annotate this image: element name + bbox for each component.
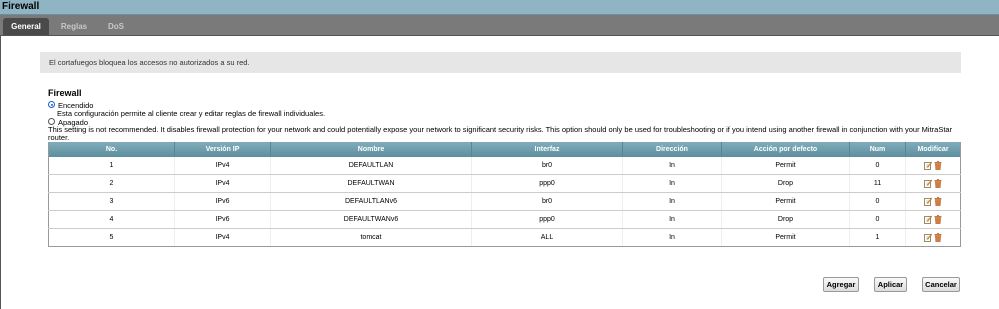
option-desc-apagado: This setting is not recommended. It disa… — [48, 125, 953, 142]
cancel-button[interactable]: Cancelar — [922, 277, 960, 292]
trash-icon[interactable] — [934, 215, 942, 224]
cell-default-action: Drop — [721, 174, 850, 193]
option-desc-encendido: Esta configuración permite al cliente cr… — [57, 109, 326, 118]
radio-apagado[interactable] — [48, 118, 55, 125]
cell-name: DEFAULTLANv6 — [270, 192, 472, 211]
cell-modify — [905, 157, 961, 175]
cell-interface: ppp0 — [471, 174, 623, 193]
firewall-rules-table: No. Versión IP Nombre Interfaz Dirección… — [48, 142, 961, 247]
edit-icon[interactable] — [924, 233, 932, 242]
cell-modify — [905, 192, 961, 211]
table-header-row: No. Versión IP Nombre Interfaz Dirección… — [48, 142, 961, 157]
trash-icon[interactable] — [934, 197, 942, 206]
info-text: El cortafuegos bloquea los accesos no au… — [49, 58, 250, 67]
cell-num: 0 — [849, 192, 906, 211]
cell-name: DEFAULTLAN — [270, 157, 472, 175]
cell-interface: ppp0 — [471, 210, 623, 229]
cell-direction: In — [622, 174, 722, 193]
cell-modify — [905, 210, 961, 229]
trash-icon[interactable] — [934, 161, 942, 170]
edit-icon[interactable] — [924, 215, 932, 224]
col-header-interface: Interfaz — [471, 142, 623, 157]
cell-default-action: Permit — [721, 192, 850, 211]
cell-interface: ALL — [471, 228, 623, 247]
cell-modify — [905, 174, 961, 193]
cell-direction: In — [622, 210, 722, 229]
cell-direction: In — [622, 228, 722, 247]
edit-icon[interactable] — [924, 179, 932, 188]
cell-default-action: Drop — [721, 210, 850, 229]
cell-num: 1 — [849, 228, 906, 247]
cell-interface: br0 — [471, 192, 623, 211]
apply-button[interactable]: Aplicar — [874, 277, 907, 292]
window-titlebar: Firewall — [0, 0, 999, 15]
cell-name: tomcat — [270, 228, 472, 247]
cell-default-action: Permit — [721, 157, 850, 175]
tab-reglas[interactable]: Reglas — [52, 18, 96, 35]
edit-icon[interactable] — [924, 161, 932, 170]
cell-default-action: Permit — [721, 228, 850, 247]
col-header-default-action: Acción por defecto — [721, 142, 850, 157]
trash-icon[interactable] — [934, 233, 942, 242]
cell-ip-version: IPv4 — [174, 157, 271, 175]
table-row: 4 IPv6 DEFAULTWANv6 ppp0 In Drop 0 — [48, 210, 961, 229]
cell-name: DEFAULTWANv6 — [270, 210, 472, 229]
table-row: 3 IPv6 DEFAULTLANv6 br0 In Permit 0 — [48, 192, 961, 211]
col-header-no: No. — [48, 142, 175, 157]
trash-icon[interactable] — [934, 179, 942, 188]
cell-ip-version: IPv6 — [174, 192, 271, 211]
cell-no: 3 — [48, 192, 175, 211]
cell-modify — [905, 228, 961, 247]
info-box: El cortafuegos bloquea los accesos no au… — [40, 52, 961, 73]
section-title: Firewall — [48, 88, 82, 98]
window-title: Firewall — [2, 1, 40, 12]
cell-name: DEFAULTWAN — [270, 174, 472, 193]
cell-num: 0 — [849, 157, 906, 175]
add-button[interactable]: Agregar — [823, 277, 859, 292]
cell-direction: In — [622, 192, 722, 211]
tab-bar: General Reglas DoS — [0, 15, 999, 36]
cell-interface: br0 — [471, 157, 623, 175]
cell-no: 4 — [48, 210, 175, 229]
table-row: 1 IPv4 DEFAULTLAN br0 In Permit 0 — [48, 157, 961, 175]
tab-dos[interactable]: DoS — [98, 18, 134, 35]
cell-no: 1 — [48, 157, 175, 175]
cell-ip-version: IPv6 — [174, 210, 271, 229]
table-row: 2 IPv4 DEFAULTWAN ppp0 In Drop 11 — [48, 174, 961, 193]
cell-ip-version: IPv4 — [174, 228, 271, 247]
col-header-ip-version: Versión IP — [174, 142, 271, 157]
cell-no: 2 — [48, 174, 175, 193]
tab-general[interactable]: General — [3, 18, 49, 35]
cell-direction: In — [622, 157, 722, 175]
cell-num: 11 — [849, 174, 906, 193]
radio-encendido[interactable] — [48, 101, 55, 108]
edit-icon[interactable] — [924, 197, 932, 206]
col-header-direction: Dirección — [622, 142, 722, 157]
cell-no: 5 — [48, 228, 175, 247]
cell-ip-version: IPv4 — [174, 174, 271, 193]
col-header-name: Nombre — [270, 142, 472, 157]
col-header-modify: Modificar — [905, 142, 961, 157]
col-header-num: Num — [849, 142, 906, 157]
cell-num: 0 — [849, 210, 906, 229]
table-row: 5 IPv4 tomcat ALL In Permit 1 — [48, 228, 961, 247]
